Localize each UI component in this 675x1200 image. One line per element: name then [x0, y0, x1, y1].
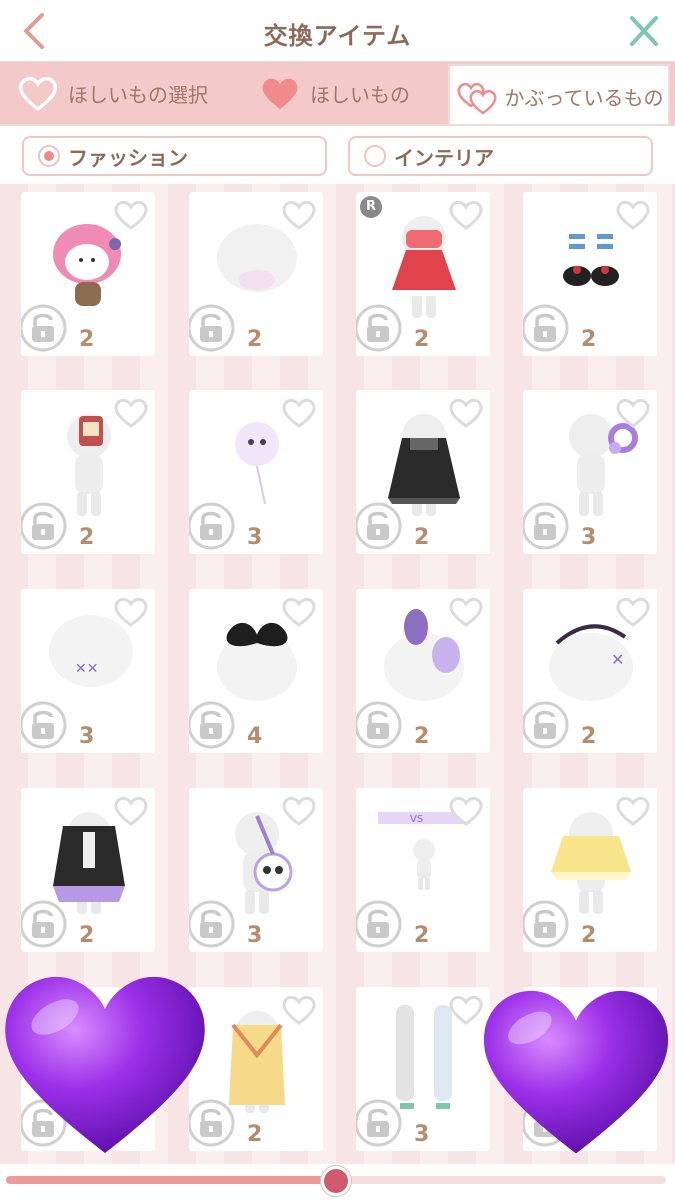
item-count: 2: [414, 923, 430, 948]
favorite-heart-icon[interactable]: [279, 593, 319, 629]
radio-selected[interactable]: [38, 145, 60, 167]
category-interior[interactable]: インテリア: [348, 136, 653, 176]
favorite-heart-icon[interactable]: [613, 593, 653, 629]
tab-label: ほしいもの選択: [68, 82, 208, 107]
item-card[interactable]: 2: [523, 192, 657, 356]
lock-icon[interactable]: [21, 699, 69, 751]
tab-bar: ほしいもの選択 ほしいもの かぶっているもの: [0, 62, 675, 126]
item-count: 3: [247, 525, 263, 550]
item-count: 2: [414, 724, 430, 749]
page-title: 交換アイテム: [263, 22, 412, 50]
lock-icon[interactable]: [523, 699, 571, 751]
item-count: 2: [79, 923, 95, 948]
lock-icon[interactable]: [21, 302, 69, 354]
item-card[interactable]: 2: [523, 788, 657, 952]
tab-duplicates[interactable]: かぶっているもの: [448, 64, 670, 126]
item-count: 2: [581, 923, 597, 948]
category-filter: ファッション インテリア: [0, 124, 675, 184]
item-count: 2: [414, 525, 430, 550]
tab-label: ほしいもの: [310, 82, 410, 107]
favorite-heart-icon[interactable]: [111, 593, 151, 629]
radio-unselected[interactable]: [364, 145, 386, 167]
item-card[interactable]: 3: [189, 390, 323, 554]
item-card[interactable]: VS 2: [356, 788, 490, 952]
lock-icon[interactable]: [356, 500, 404, 552]
horizontal-scrollbar[interactable]: [0, 1164, 675, 1200]
lock-icon[interactable]: [21, 898, 69, 950]
tab-label: かぶっているもの: [504, 85, 664, 110]
lock-icon[interactable]: [189, 500, 237, 552]
item-card[interactable]: ✕ 2: [523, 589, 657, 753]
lock-icon[interactable]: [356, 1097, 404, 1149]
favorite-heart-icon[interactable]: [279, 991, 319, 1027]
favorite-heart-icon[interactable]: [613, 196, 653, 232]
item-count: 2: [581, 724, 597, 749]
lock-icon[interactable]: [21, 500, 69, 552]
category-label: ファッション: [68, 145, 188, 170]
item-card[interactable]: 2: [189, 192, 323, 356]
scroll-fill: [6, 1176, 336, 1184]
lock-icon[interactable]: [523, 898, 571, 950]
item-card[interactable]: ✕✕ 3: [21, 589, 155, 753]
double-heart-icon: [457, 82, 496, 115]
top-bar: 交換アイテム: [0, 0, 675, 62]
item-count: 2: [79, 327, 95, 352]
lock-icon[interactable]: [356, 898, 404, 950]
category-label: インテリア: [394, 145, 494, 170]
favorite-heart-icon[interactable]: [446, 394, 486, 430]
item-card[interactable]: 2: [21, 192, 155, 356]
item-count: 3: [581, 525, 597, 550]
heart-outline-icon: [18, 76, 58, 112]
lock-icon[interactable]: [523, 500, 571, 552]
favorite-heart-icon[interactable]: [613, 792, 653, 828]
lock-icon[interactable]: [189, 302, 237, 354]
lock-icon[interactable]: [356, 302, 404, 354]
favorite-heart-icon[interactable]: [446, 196, 486, 232]
item-count: 2: [247, 327, 263, 352]
svg-text:✕: ✕: [611, 650, 624, 669]
lock-icon[interactable]: [189, 699, 237, 751]
category-fashion[interactable]: ファッション: [22, 136, 327, 176]
rarity-badge: R: [360, 196, 382, 218]
heart-filled-icon: [262, 78, 298, 109]
purple-heart-icon: [483, 990, 669, 1154]
favorite-heart-icon[interactable]: [446, 593, 486, 629]
favorite-heart-icon[interactable]: [111, 792, 151, 828]
item-card[interactable]: 3: [189, 788, 323, 952]
favorite-heart-icon[interactable]: [613, 394, 653, 430]
item-count: 2: [79, 525, 95, 550]
tab-wishlist-select[interactable]: ほしいもの選択: [0, 62, 222, 124]
svg-text:VS: VS: [410, 814, 423, 825]
item-card[interactable]: 4: [189, 589, 323, 753]
item-card[interactable]: 3: [523, 390, 657, 554]
close-icon[interactable]: [629, 14, 659, 48]
favorite-heart-icon[interactable]: [279, 394, 319, 430]
tab-wishlist[interactable]: ほしいもの: [222, 62, 444, 124]
item-count: 3: [247, 923, 263, 948]
item-card[interactable]: R2: [356, 192, 490, 356]
item-count: 3: [414, 1122, 430, 1147]
item-count: 2: [247, 1122, 263, 1147]
favorite-heart-icon[interactable]: [446, 792, 486, 828]
item-card[interactable]: 2: [356, 589, 490, 753]
scroll-thumb[interactable]: [321, 1166, 351, 1196]
item-count: 4: [247, 724, 263, 749]
favorite-heart-icon[interactable]: [111, 394, 151, 430]
favorite-heart-icon[interactable]: [111, 196, 151, 232]
purple-heart-icon: [5, 976, 205, 1153]
item-card[interactable]: 2: [21, 390, 155, 554]
item-count: 3: [79, 724, 95, 749]
lock-icon[interactable]: [189, 898, 237, 950]
svg-text:✕✕: ✕✕: [75, 661, 98, 677]
item-count: 2: [414, 327, 430, 352]
item-card[interactable]: 2: [21, 788, 155, 952]
item-card[interactable]: 3: [356, 987, 490, 1151]
favorite-heart-icon[interactable]: [279, 196, 319, 232]
lock-icon[interactable]: [523, 302, 571, 354]
lock-icon[interactable]: [356, 699, 404, 751]
item-count: 2: [581, 327, 597, 352]
favorite-heart-icon[interactable]: [279, 792, 319, 828]
item-card[interactable]: 2: [356, 390, 490, 554]
